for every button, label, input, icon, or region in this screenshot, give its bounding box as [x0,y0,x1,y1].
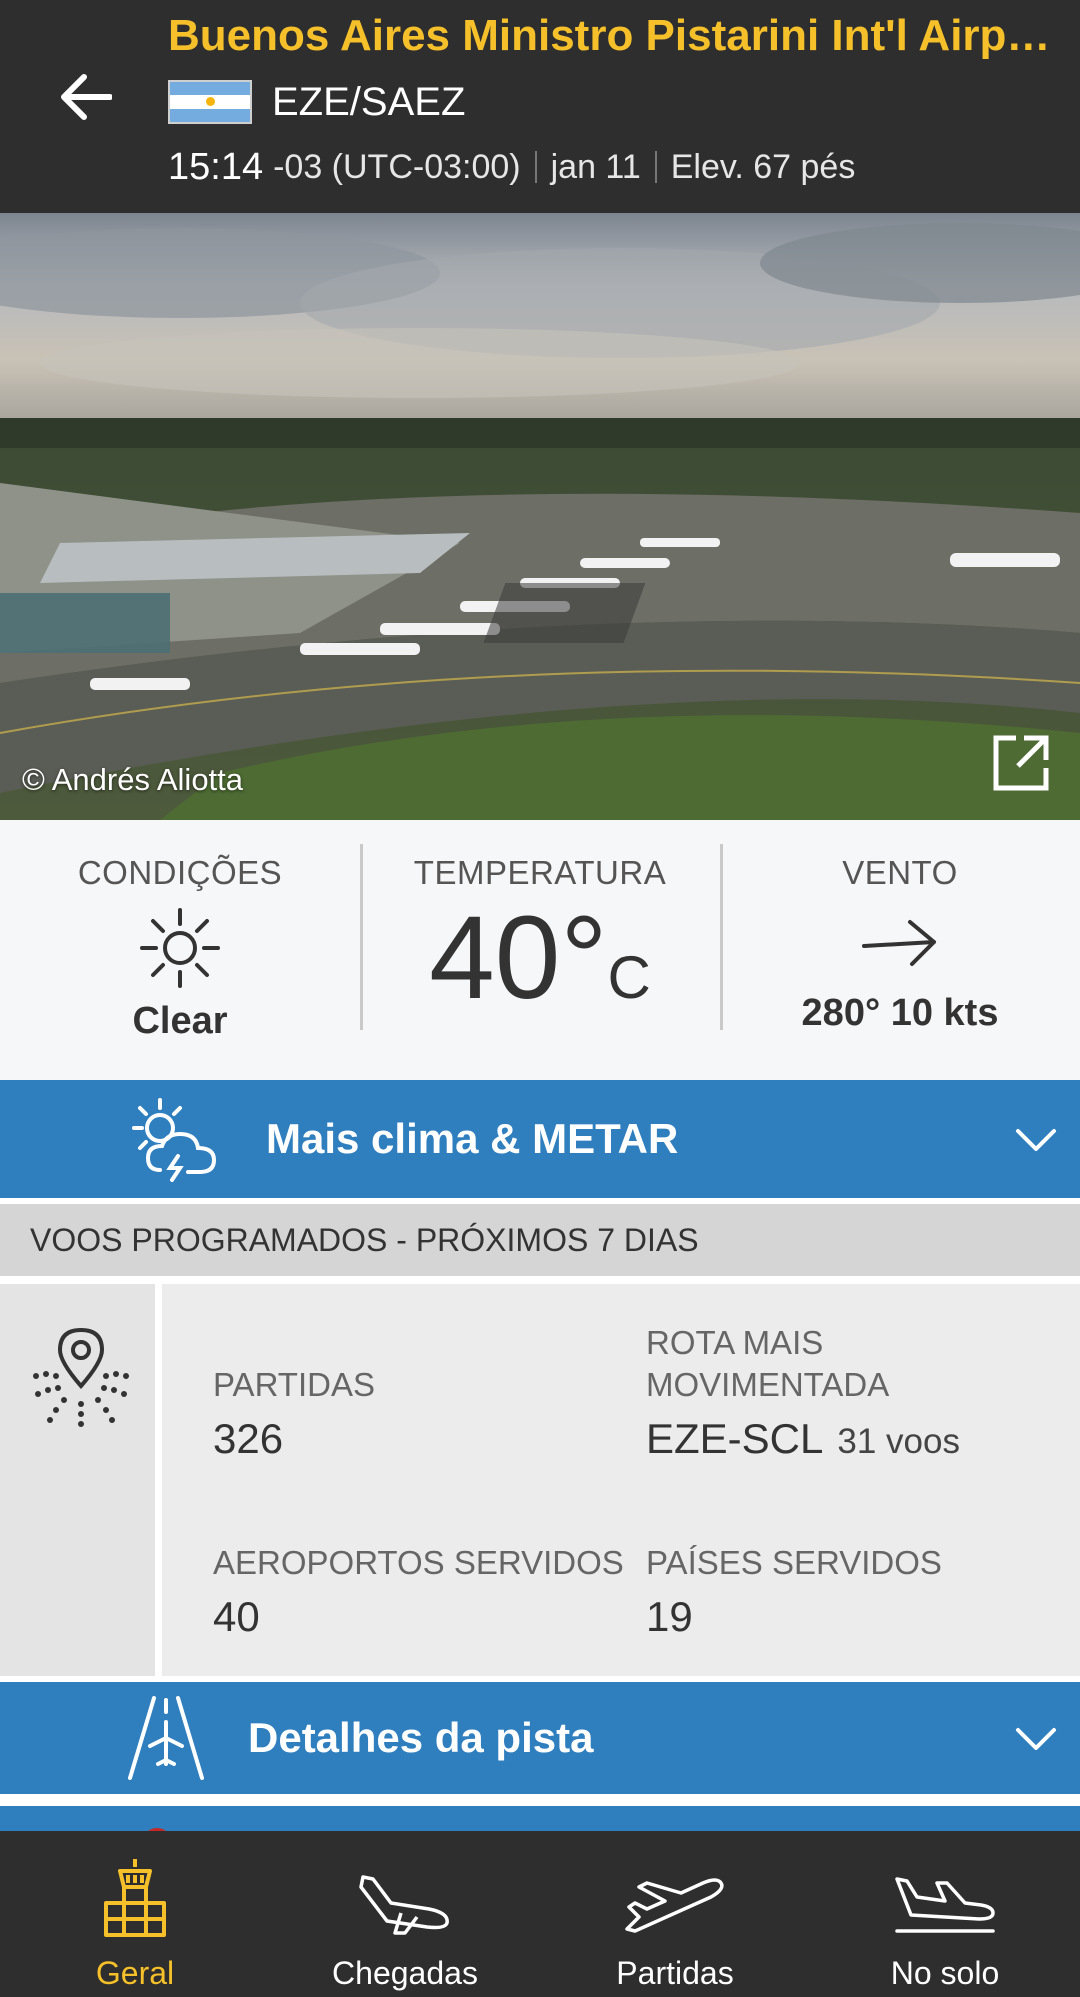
departures-value: 326 [213,1415,284,1462]
departure-plane-icon [623,1845,727,1937]
photo-credit: © Andrés Aliotta [22,762,244,797]
airports-served-label: AEROPORTOS SERVIDOS [213,1544,624,1581]
elevation: Elev. 67 pés [670,148,856,186]
stats-icon-column [0,1284,162,1676]
nav-tab-no-solo[interactable]: No solo [810,1831,1080,1997]
wind-value: 280° 10 kts [801,992,999,1034]
arrival-plane-icon [357,1845,453,1937]
ground-plane-icon [893,1845,997,1937]
divider [534,151,537,183]
busiest-route-count: 31 voos [837,1422,960,1461]
airport-title: Buenos Aires Ministro Pistarini Int'l Ai… [168,11,1051,60]
scheduled-flights-stats: PARTIDAS 326 ROTA MAIS MOVIMENTADA EZE-S… [0,1284,1080,1676]
tower-icon [102,1845,168,1937]
scheduled-flights-header: VOOS PROGRAMADOS - PRÓXIMOS 7 DIAS [0,1204,1080,1276]
nav-tab-chegadas[interactable]: Chegadas [270,1831,540,1997]
temperature-value: 40° [429,892,608,1024]
nav-tab-geral[interactable]: Geral [0,1831,270,1997]
conditions-panel: CONDIÇÕES Clear [0,820,360,1080]
nav-label-partidas: Partidas [616,1955,734,1991]
next-section-bar[interactable] [0,1800,1080,1858]
wind-label: VENTO [842,854,958,891]
airports-served-value: 40 [213,1593,260,1640]
open-external-icon[interactable] [990,732,1052,794]
wind-panel: VENTO 280° 10 kts [720,820,1080,1080]
busiest-route-label-line2: MOVIMENTADA [646,1366,890,1403]
more-weather-metar-button[interactable]: Mais clima & METAR [0,1080,1080,1198]
temperature-reading: 40°C [360,898,720,1038]
wind-direction-arrow-icon [720,914,1080,990]
temperature-panel: TEMPERATURA 40°C [360,820,720,1080]
nav-label-chegadas: Chegadas [332,1955,478,1991]
departures-label: PARTIDAS [213,1366,375,1403]
airport-codes: EZE/SAEZ [272,80,466,124]
nav-tab-partidas[interactable]: Partidas [540,1831,810,1997]
back-button[interactable] [50,62,120,132]
busiest-route-value: EZE-SCL [646,1415,824,1462]
local-date: jan 11 [550,148,641,186]
countries-served-label: PAÍSES SERVIDOS [646,1544,942,1581]
busiest-route-label: ROTA MAIS MOVIMENTADA [646,1322,889,1406]
runway-details-button[interactable]: Detalhes da pista [0,1682,1080,1794]
more-weather-label: Mais clima & METAR [266,1115,679,1162]
nav-label-geral: Geral [95,1955,175,1991]
sun-icon [0,906,360,990]
argentina-flag-icon [168,80,252,124]
busiest-route-value-row: EZE-SCL 31 voos [646,1414,960,1467]
divider [654,151,657,183]
app-header: Buenos Aires Ministro Pistarini Int'l Ai… [0,0,1080,213]
runway-details-label: Detalhes da pista [248,1714,594,1761]
arrow-left-icon [61,74,112,120]
bottom-navigation: Geral Chegadas Partidas No solo [0,1831,1080,1997]
airport-photo[interactable]: © Andrés Aliotta [0,213,1080,820]
conditions-value: Clear [132,1000,228,1042]
route-map-pin-icon [33,1327,129,1427]
chevron-down-icon [1016,1728,1056,1750]
busiest-route-label-line1: ROTA MAIS [646,1324,824,1361]
temperature-unit: C [607,944,651,1011]
weather-summary: CONDIÇÕES Clear TEMPERATURA 40°C VENTO 2… [0,820,1080,1080]
local-time: 15:14 [168,146,264,188]
weather-cloud-sun-icon [126,1094,222,1191]
local-info-line: 15:14 -03 (UTC-03:00) jan 11 Elev. 67 pé… [168,142,855,192]
conditions-label: CONDIÇÕES [77,854,283,891]
timezone: -03 (UTC-03:00) [273,148,521,186]
temperature-label: TEMPERATURA [413,854,667,891]
nav-label-no-solo: No solo [890,1955,1000,1991]
chevron-down-icon [1016,1129,1056,1151]
runway-plane-icon [126,1694,206,1787]
airport-photo-image [0,213,1080,820]
countries-served-value: 19 [646,1593,693,1640]
